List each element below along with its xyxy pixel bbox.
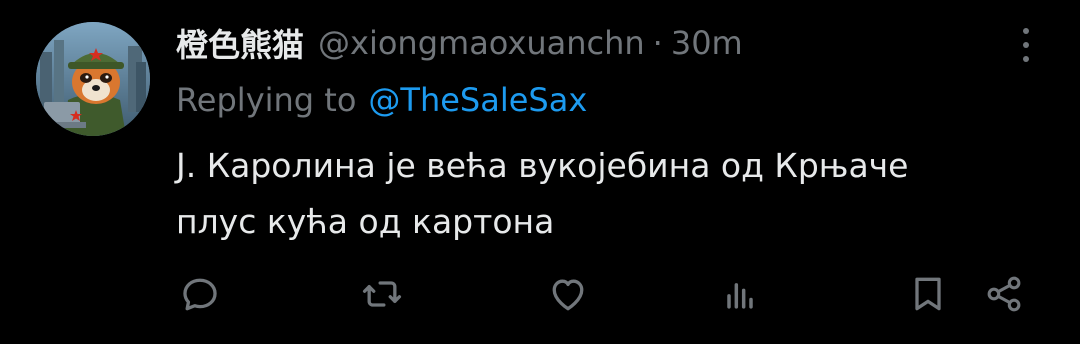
separator-dot: · [652, 24, 663, 62]
tweet: 橙色熊猫 @xiongmaoxuanchn · 30m Replying to … [0, 0, 1080, 344]
display-name[interactable]: 橙色熊猫 [176, 20, 304, 66]
action-bar [0, 268, 1080, 320]
replying-to-link[interactable]: @TheSaleSax [368, 81, 587, 119]
more-vertical-icon [1023, 42, 1029, 48]
avatar[interactable] [36, 22, 150, 136]
tweet-text-line: J. Каролина је већа вукојебина од Крњаче [176, 146, 909, 185]
share-icon [987, 276, 1021, 312]
views-icon [727, 283, 753, 309]
more-vertical-icon [1023, 28, 1029, 34]
bookmark-button[interactable] [902, 268, 954, 320]
bookmark-icon [915, 277, 941, 311]
share-button[interactable] [978, 268, 1030, 320]
tweet-text: J. Каролина је већа вукојебина од Крњаче… [176, 138, 1046, 250]
like-button[interactable] [542, 268, 594, 320]
views-button[interactable] [714, 268, 766, 320]
like-icon [552, 279, 584, 311]
tweet-header: 橙色熊猫 @xiongmaoxuanchn · 30m [176, 18, 743, 68]
user-handle[interactable]: @xiongmaoxuanchn [318, 24, 645, 62]
timestamp[interactable]: 30m [671, 24, 743, 62]
replying-to-label: Replying to [176, 81, 357, 119]
more-options-button[interactable] [1020, 28, 1032, 62]
more-vertical-icon [1023, 56, 1029, 62]
panda-avatar [36, 22, 150, 136]
replying-to: Replying to @TheSaleSax [176, 76, 587, 124]
tweet-text-line: плус кућа од картона [176, 202, 555, 241]
retweet-icon [362, 281, 402, 307]
reply-icon [183, 278, 217, 311]
retweet-button[interactable] [356, 268, 408, 320]
reply-button[interactable] [174, 268, 226, 320]
